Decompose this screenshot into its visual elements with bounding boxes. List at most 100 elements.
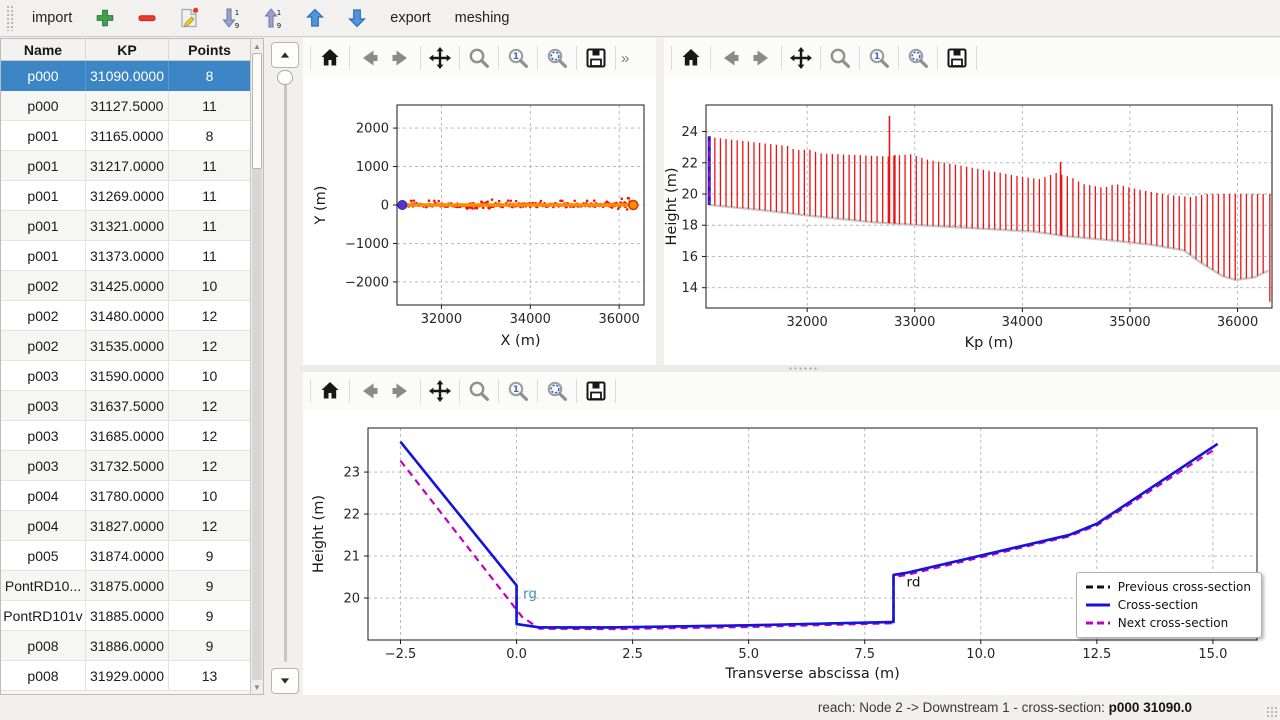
table-row[interactable]: p00831929.000013 [1,661,263,691]
forward-button[interactable] [746,42,778,74]
zoom-button[interactable] [463,42,495,74]
table-cell: 12 [169,301,250,330]
forward-button[interactable] [385,42,417,74]
forward-button[interactable] [385,375,417,407]
zoom-section-button[interactable]: 1 [502,375,534,407]
zoom-fit-button[interactable] [902,42,934,74]
cross-section-slider-handle[interactable] [277,70,293,85]
table-cell: 9 [169,631,250,660]
cross-section-canvas[interactable]: rgrd−2.50.02.55.07.510.012.515.020212223… [303,410,1280,695]
scrollbar-thumb[interactable] [252,53,262,169]
table-row[interactable]: PontRD10...31875.00009 [1,571,263,601]
table-row[interactable]: p00231425.000010 [1,271,263,301]
scrollbar-up-icon[interactable]: ▲ [251,40,263,52]
add-button[interactable] [87,2,123,34]
sort-descending-button[interactable]: 19 [213,2,249,34]
table-cell: p003 [1,451,86,480]
table-scrollbar[interactable]: ▲ ▼ [250,39,263,694]
save-button[interactable] [580,42,612,74]
table-row[interactable]: p00331732.500012 [1,451,263,481]
import-button[interactable]: import [20,4,84,32]
svg-text:1: 1 [277,9,281,17]
longitudinal-view-canvas[interactable]: 3200033000340003500036000141618202224Kp … [664,78,1280,365]
forward-icon [750,46,774,70]
home-button[interactable] [314,375,346,407]
table-row[interactable]: p00231535.000012 [1,331,263,361]
table-row[interactable]: p00331590.000010 [1,361,263,391]
export-button[interactable]: export [378,4,442,32]
table-cell: 8 [169,121,250,150]
table-row[interactable]: p00131165.00008 [1,121,263,151]
zoom-fit-button[interactable] [541,42,573,74]
toolbar-drag-handle[interactable] [6,5,14,31]
column-header-points[interactable]: Points [169,39,250,60]
meshing-button[interactable]: meshing [443,4,522,32]
previous-cross-section-button[interactable] [271,42,299,68]
save-button[interactable] [941,42,973,74]
back-button[interactable] [353,42,385,74]
forward-icon [389,379,413,403]
svg-text:20: 20 [681,188,698,203]
table-row[interactable]: p00431827.000012 [1,511,263,541]
table-row[interactable]: p00231480.000012 [1,301,263,331]
table-cell: 31590.0000 [86,361,169,390]
svg-text:35000: 35000 [1109,315,1150,330]
plan-toolbar: 1» [303,38,656,78]
pan-button[interactable] [424,42,456,74]
move-up-button[interactable] [297,2,333,34]
table-row[interactable]: p00131373.000011 [1,241,263,271]
table-cell: 31685.0000 [86,421,169,450]
scrollbar-down-icon[interactable]: ▼ [251,681,263,693]
table-row[interactable]: p00431780.000010 [1,481,263,511]
table-row[interactable]: p00031090.00008 [1,61,263,91]
zoom-fit-icon [545,379,569,403]
legend-label: Cross-section [1118,598,1198,612]
zoom-button[interactable] [463,375,495,407]
table-cell: p002 [1,301,86,330]
move-down-icon [345,6,369,30]
home-button[interactable] [675,42,707,74]
resize-grip[interactable] [1266,706,1278,718]
zoom-button[interactable] [824,42,856,74]
table-row[interactable]: p00831886.00009 [1,631,263,661]
pan-button[interactable] [424,375,456,407]
table-row[interactable]: p00331685.000012 [1,421,263,451]
table-row[interactable]: p00131269.000011 [1,181,263,211]
legend-label: Next cross-section [1118,616,1228,630]
move-down-button[interactable] [339,2,375,34]
column-header-name[interactable]: Name [1,39,86,60]
table-row[interactable]: PontRD101v31885.00009 [1,601,263,631]
cross-section-list-panel: Name KP Points p00031090.00008p00031127.… [0,38,300,695]
save-button[interactable] [580,375,612,407]
svg-text:12.5: 12.5 [1082,647,1111,662]
horizontal-splitter[interactable] [300,365,1280,372]
table-row[interactable]: p00131321.000011 [1,211,263,241]
edit-button[interactable] [171,2,207,34]
zoom-fit-button[interactable] [541,375,573,407]
toolbar-overflow[interactable]: » [621,50,629,67]
legend: Previous cross-sectionCross-sectionNext … [1076,572,1262,638]
back-icon [718,46,742,70]
sort-ascending-button[interactable]: 19 [255,2,291,34]
table-row[interactable]: p00131217.000011 [1,151,263,181]
plan-view-canvas[interactable]: 320003400036000−2000−1000010002000X (m)Y… [303,78,656,365]
next-cross-section-button[interactable] [271,668,299,694]
remove-button[interactable] [129,2,165,34]
table-cell: p005 [1,541,86,570]
zoom-section-button[interactable]: 1 [502,42,534,74]
column-header-kp[interactable]: KP [86,39,169,60]
back-button[interactable] [714,42,746,74]
svg-text:21: 21 [343,550,360,565]
zoom-section-button[interactable]: 1 [863,42,895,74]
table-cell: PontRD10... [1,571,86,600]
cross-section-slider-groove[interactable] [284,80,287,662]
table-row[interactable]: p00531874.00009 [1,541,263,571]
back-button[interactable] [353,375,385,407]
svg-text:0: 0 [381,199,389,214]
table-row[interactable]: p00331637.500012 [1,391,263,421]
pan-button[interactable] [785,42,817,74]
home-button[interactable] [314,42,346,74]
table-row[interactable]: p00031127.500011 [1,91,263,121]
table-cell: 13 [169,661,250,690]
table-cell: 31321.0000 [86,211,169,240]
